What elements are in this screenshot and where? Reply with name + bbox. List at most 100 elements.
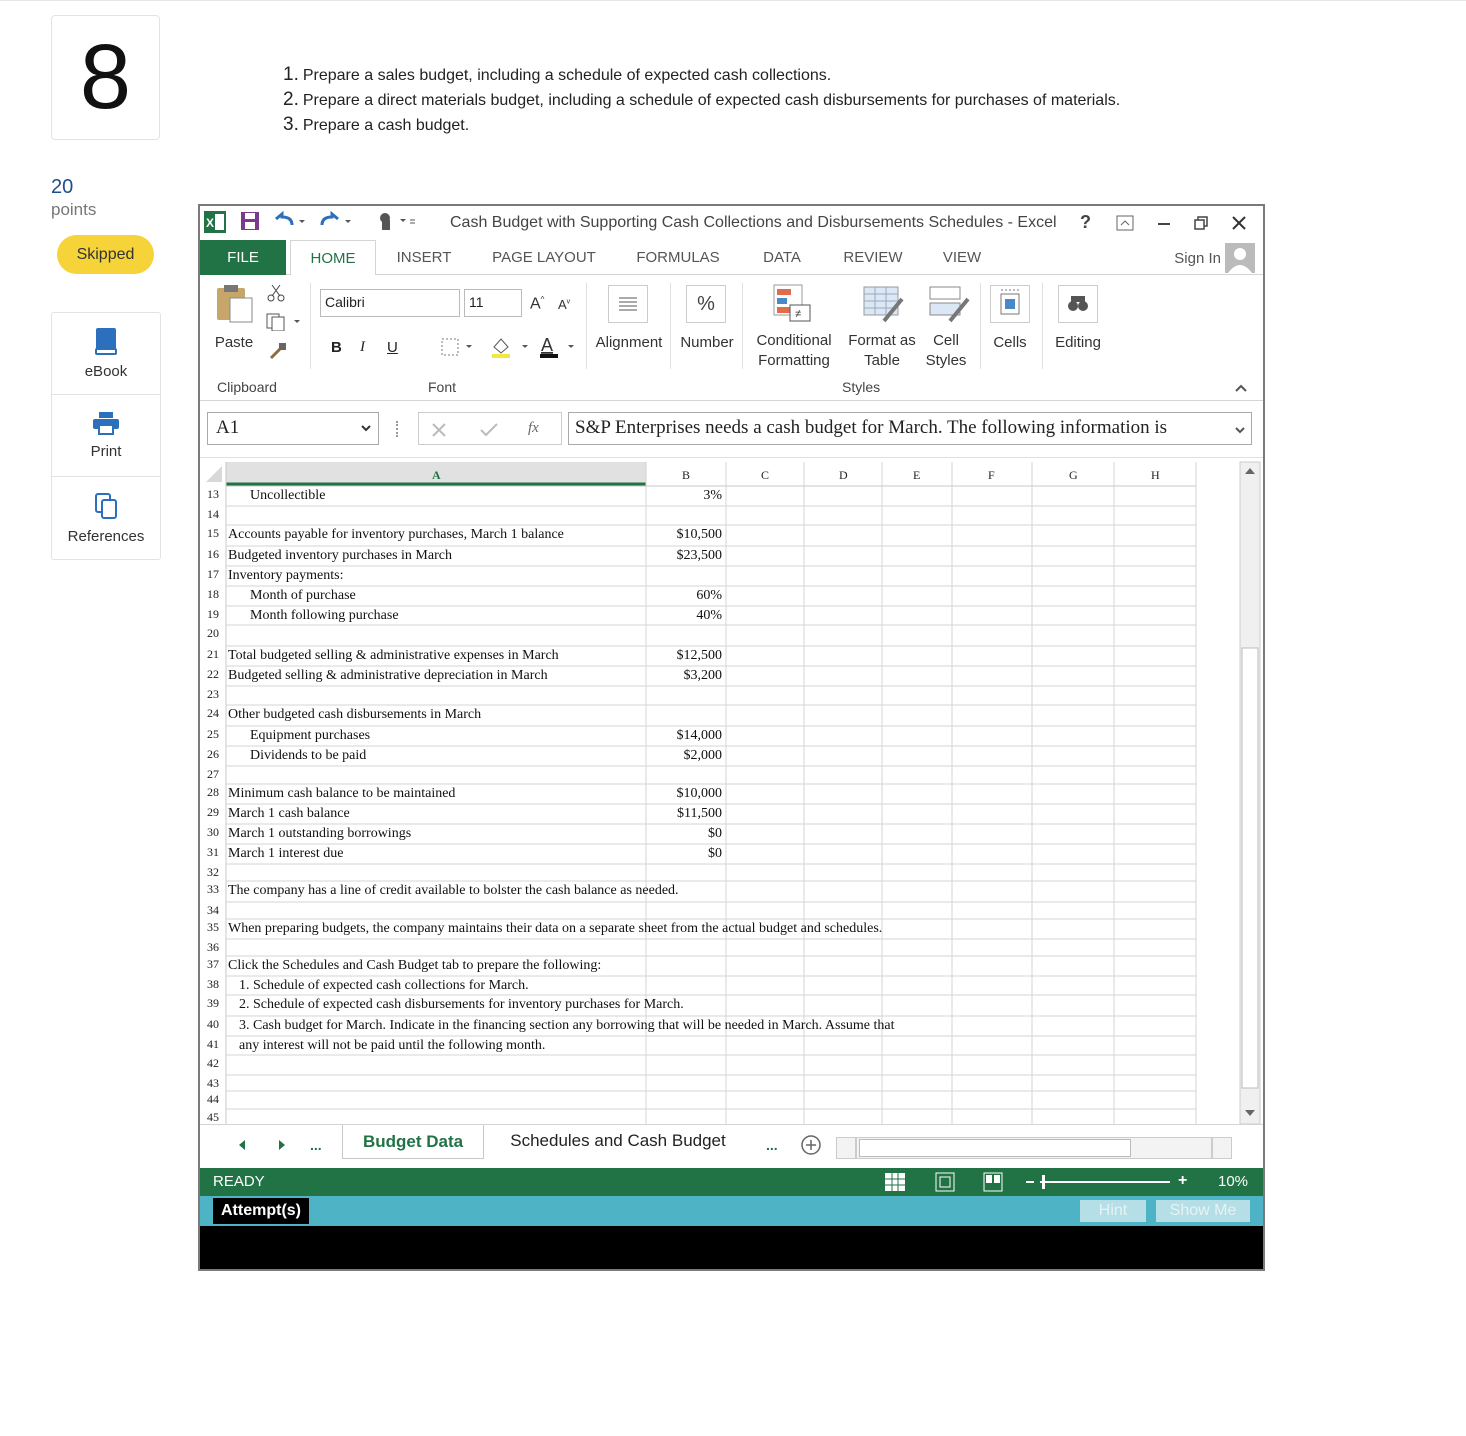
font-name-select[interactable]: Calibri	[320, 289, 460, 317]
column-header-c[interactable]: C	[761, 468, 769, 483]
paste-button[interactable]: Paste	[214, 333, 254, 353]
row-number[interactable]: 22	[207, 667, 219, 682]
row-number[interactable]: 17	[207, 567, 219, 582]
row-number[interactable]: 27	[207, 767, 219, 782]
tab-ellipsis-left[interactable]: ...	[310, 1137, 322, 1153]
bold-button[interactable]: B	[331, 339, 342, 356]
row-number[interactable]: 28	[207, 785, 219, 800]
cell-a[interactable]: Uncollectible	[250, 488, 325, 504]
cell-styles-icon[interactable]	[928, 283, 972, 325]
page-layout-view-icon[interactable]	[934, 1172, 956, 1192]
copy-format-icon[interactable]	[266, 313, 304, 331]
restore-icon[interactable]	[1194, 216, 1208, 230]
cell-a[interactable]: Month of purchase	[250, 588, 356, 604]
tab-file[interactable]: FILE	[200, 240, 286, 275]
percent-icon[interactable]: %	[686, 285, 726, 323]
column-header-b[interactable]: B	[682, 468, 690, 483]
hscroll-left[interactable]	[836, 1137, 856, 1159]
add-sheet-icon[interactable]	[800, 1134, 822, 1156]
enter-icon[interactable]	[480, 423, 498, 437]
tab-page-layout[interactable]: PAGE LAYOUT	[484, 240, 604, 275]
cut-icon[interactable]	[266, 283, 286, 303]
borders-icon[interactable]	[440, 337, 476, 357]
row-number[interactable]: 34	[207, 903, 219, 918]
zoom-level[interactable]: 10%	[1218, 1173, 1248, 1190]
tab-view[interactable]: VIEW	[934, 240, 990, 275]
cell-a[interactable]: Total budgeted selling & administrative …	[228, 648, 559, 664]
alignment-icon[interactable]	[608, 285, 648, 323]
row-number[interactable]: 26	[207, 747, 219, 762]
row-number[interactable]: 33	[207, 882, 219, 897]
chevron-down-icon[interactable]	[360, 423, 372, 433]
cell-a[interactable]: Inventory payments:	[228, 568, 343, 584]
hscroll-thumb[interactable]	[859, 1139, 1131, 1157]
fill-color-icon[interactable]	[490, 335, 534, 359]
ribbon-display-icon[interactable]	[1116, 215, 1134, 231]
editing-icon[interactable]	[1058, 285, 1098, 323]
column-header-e[interactable]: E	[913, 468, 920, 483]
font-size-select[interactable]: 11	[464, 289, 522, 317]
help-button[interactable]: ?	[1080, 212, 1091, 233]
cell-a[interactable]: Accounts payable for inventory purchases…	[228, 527, 564, 543]
cell-a[interactable]: March 1 cash balance	[228, 806, 350, 822]
cell-a[interactable]: 2. Schedule of expected cash disbursemen…	[239, 997, 684, 1013]
row-number[interactable]: 18	[207, 587, 219, 602]
format-as-table-icon[interactable]	[862, 283, 906, 325]
cell-a[interactable]: Month following purchase	[250, 608, 399, 624]
cancel-icon[interactable]	[432, 423, 446, 437]
editing-button[interactable]: Editing	[1048, 333, 1108, 353]
underline-button[interactable]: U	[387, 339, 398, 356]
row-number[interactable]: 45	[207, 1110, 219, 1125]
print-button[interactable]: Print	[52, 395, 160, 477]
row-number[interactable]: 25	[207, 727, 219, 742]
cells-icon[interactable]	[990, 285, 1030, 323]
number-button[interactable]: Number	[676, 333, 738, 353]
row-number[interactable]: 21	[207, 647, 219, 662]
row-number[interactable]: 13	[207, 487, 219, 502]
column-header-g[interactable]: G	[1069, 468, 1078, 483]
close-icon[interactable]	[1232, 216, 1246, 230]
cell-b[interactable]: $0	[708, 826, 722, 842]
conditional-formatting-button[interactable]: Conditional Formatting	[748, 331, 840, 371]
undo-icon[interactable]	[272, 211, 306, 231]
shrink-font-icon[interactable]: Av	[558, 297, 570, 312]
row-number[interactable]: 36	[207, 940, 219, 955]
cell-b[interactable]: $23,500	[677, 548, 723, 564]
cell-a[interactable]: any interest will not be paid until the …	[239, 1038, 545, 1054]
cell-a[interactable]: Dividends to be paid	[250, 748, 366, 764]
cell-b[interactable]: $10,500	[677, 527, 723, 543]
column-header-a[interactable]: A	[432, 468, 441, 483]
cell-b[interactable]: $10,000	[677, 786, 723, 802]
cell-b[interactable]: 40%	[696, 608, 722, 624]
hscroll-right[interactable]	[1212, 1137, 1232, 1159]
cells-button[interactable]: Cells	[986, 333, 1034, 353]
normal-view-icon[interactable]	[884, 1172, 906, 1192]
hint-button[interactable]: Hint	[1080, 1200, 1146, 1222]
tab-ellipsis-right[interactable]: ...	[766, 1137, 778, 1153]
tab-review[interactable]: REVIEW	[836, 240, 910, 275]
row-number[interactable]: 23	[207, 687, 219, 702]
format-as-table-button[interactable]: Format as Table	[844, 331, 920, 371]
cell-a[interactable]: Minimum cash balance to be maintained	[228, 786, 455, 802]
sheet-tab-schedules[interactable]: Schedules and Cash Budget	[500, 1131, 736, 1151]
row-number[interactable]: 20	[207, 626, 219, 641]
row-number[interactable]: 24	[207, 706, 219, 721]
row-number[interactable]: 30	[207, 825, 219, 840]
insert-function-icon[interactable]: fx	[528, 420, 539, 437]
scroll-right-tab-icon[interactable]	[278, 1139, 286, 1151]
row-number[interactable]: 29	[207, 805, 219, 820]
cell-a[interactable]: March 1 outstanding borrowings	[228, 826, 411, 842]
cell-a[interactable]: 3. Cash budget for March. Indicate in th…	[239, 1018, 895, 1034]
italic-button[interactable]: I	[360, 339, 365, 356]
tab-insert[interactable]: INSERT	[380, 240, 468, 275]
row-number[interactable]: 42	[207, 1056, 219, 1071]
expand-formula-icon[interactable]	[1234, 425, 1246, 435]
cell-b[interactable]: $14,000	[677, 728, 723, 744]
row-number[interactable]: 19	[207, 607, 219, 622]
save-icon[interactable]	[240, 211, 260, 231]
cell-a[interactable]: Budgeted selling & administrative deprec…	[228, 668, 548, 684]
cell-b[interactable]: 60%	[696, 588, 722, 604]
conditional-formatting-icon[interactable]: ≠	[772, 283, 814, 325]
page-break-view-icon[interactable]	[982, 1172, 1004, 1192]
column-header-f[interactable]: F	[988, 468, 995, 483]
